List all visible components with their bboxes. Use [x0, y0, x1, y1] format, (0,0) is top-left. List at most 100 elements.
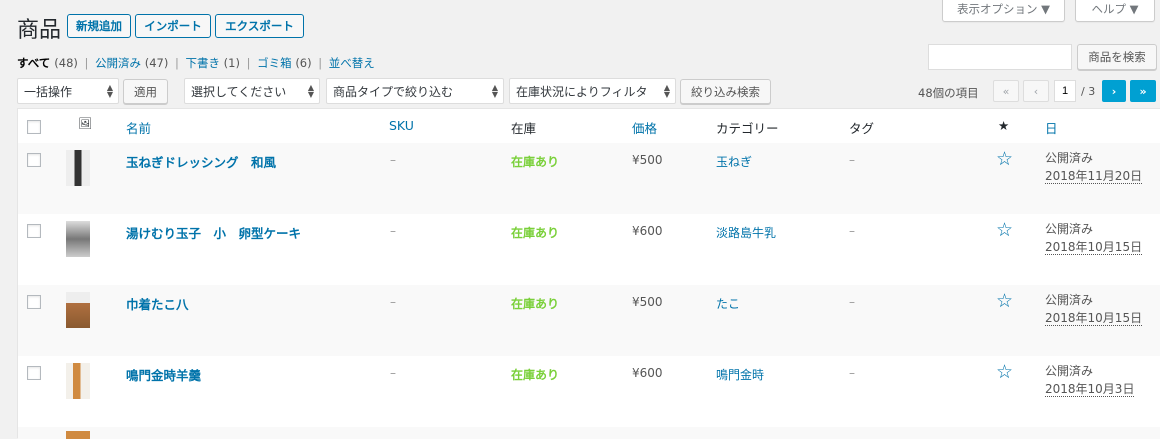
filter-button[interactable]: 絞り込み検索	[680, 79, 771, 104]
product-thumbnail[interactable]	[66, 431, 90, 439]
last-page-button[interactable]: »	[1130, 80, 1156, 102]
price-value: ¥500	[632, 153, 663, 167]
status-links: すべて (48) | 公開済み (47) | 下書き (1) | ゴミ箱 (6)…	[17, 55, 375, 71]
next-page-button[interactable]: ›	[1102, 80, 1126, 102]
product-name-link[interactable]: 湯けむり玉子 小 卵型ケーキ	[126, 223, 301, 242]
stock-status-select[interactable]: 在庫状況によりフィルタ ▲ ▼	[509, 78, 676, 104]
product-type-select[interactable]: 商品タイプで絞り込む ▲ ▼	[326, 78, 504, 104]
status-published-link[interactable]: 公開済み (47)	[95, 56, 168, 70]
stock-status: 在庫あり	[511, 368, 560, 382]
publish-date: 2018年10月15日	[1045, 311, 1143, 326]
separator: |	[174, 56, 179, 70]
category-select[interactable]: 選択してください ▲ ▼	[184, 78, 320, 104]
separator: |	[246, 56, 251, 70]
publish-date: 2018年10月15日	[1045, 240, 1143, 255]
table-row: 玉ねぎドレッシング 和風 – 在庫あり ¥500 玉ねぎ – ☆ 公開済み 20…	[18, 143, 1160, 214]
category-link[interactable]: 玉ねぎ	[716, 153, 752, 170]
column-date[interactable]: 日	[1045, 118, 1058, 137]
page-title: 商品	[17, 18, 62, 43]
first-page-button[interactable]: «	[993, 80, 1019, 102]
featured-star-icon[interactable]: ★	[998, 118, 1009, 133]
search-products-button[interactable]: 商品を検索	[1077, 44, 1157, 70]
table-row: 鳴門金時羊羹 – 在庫あり ¥600 鳴門金時 – ☆ 公開済み 2018年10…	[18, 356, 1160, 427]
publish-status: 公開済み	[1045, 293, 1094, 307]
column-stock: 在庫	[511, 121, 537, 136]
image-column-icon: 🖼	[78, 117, 92, 130]
total-pages: / 3	[1081, 85, 1096, 98]
table-header: 🖼 名前 SKU 在庫 価格 カテゴリー タグ ★ 日	[18, 109, 1160, 144]
column-tags: タグ	[849, 121, 875, 136]
product-thumbnail[interactable]	[66, 150, 90, 186]
product-name-link[interactable]: 鳴門金時羊羹	[126, 365, 201, 384]
row-checkbox[interactable]	[27, 295, 41, 309]
stock-status: 在庫あり	[511, 297, 560, 311]
items-count: 48個の項目	[918, 86, 979, 100]
select-arrows-icon: ▲ ▼	[106, 83, 113, 99]
featured-star-icon[interactable]: ☆	[996, 150, 1013, 169]
product-name-link[interactable]: 玉ねぎドレッシング 和風	[126, 152, 276, 171]
date-cell: 公開済み 2018年10月3日	[1045, 362, 1135, 398]
sort-link[interactable]: 並べ替え	[329, 56, 375, 70]
column-categories: カテゴリー	[716, 121, 779, 136]
import-button[interactable]: インポート	[135, 14, 211, 38]
current-page-input[interactable]	[1054, 80, 1076, 102]
featured-star-icon[interactable]: ☆	[996, 363, 1013, 382]
sku-value: –	[390, 295, 396, 309]
date-cell: 公開済み 2018年11月20日	[1045, 149, 1143, 185]
stock-status: 在庫あり	[511, 226, 560, 240]
sku-value: –	[390, 224, 396, 238]
column-sku[interactable]: SKU	[389, 118, 414, 133]
tags-value: –	[849, 366, 855, 380]
featured-star-icon[interactable]: ☆	[996, 292, 1013, 311]
add-new-button[interactable]: 新規追加	[67, 14, 131, 38]
product-name-link[interactable]: 巾着たこ八	[126, 294, 189, 313]
sku-value: –	[390, 366, 396, 380]
date-cell: 公開済み 2018年10月15日	[1045, 220, 1143, 256]
status-draft-link[interactable]: 下書き (1)	[186, 56, 240, 70]
tags-value: –	[849, 153, 855, 167]
screen-options-button[interactable]: 表示オプション ▼	[942, 0, 1065, 22]
row-checkbox[interactable]	[27, 153, 41, 167]
select-arrows-icon: ▲ ▼	[491, 83, 498, 99]
product-thumbnail[interactable]	[66, 221, 90, 257]
status-trash-link[interactable]: ゴミ箱 (6)	[257, 56, 311, 70]
price-value: ¥600	[632, 224, 663, 238]
bulk-action-select[interactable]: 一括操作 ▲ ▼	[17, 78, 119, 104]
products-table: 🖼 名前 SKU 在庫 価格 カテゴリー タグ ★ 日 玉ねぎドレッシング 和風…	[17, 108, 1160, 439]
stock-status: 在庫あり	[511, 155, 560, 169]
separator: |	[84, 56, 89, 70]
prev-page-button[interactable]: ‹	[1023, 80, 1049, 102]
apply-button[interactable]: 適用	[123, 79, 168, 104]
publish-status: 公開済み	[1045, 222, 1094, 236]
category-link[interactable]: たこ	[716, 295, 740, 312]
select-arrows-icon: ▲ ▼	[663, 83, 670, 99]
help-button[interactable]: ヘルプ ▼	[1075, 0, 1155, 22]
table-row: 湯けむり玉子 小 卵型ケーキ – 在庫あり ¥600 淡路島牛乳 – ☆ 公開済…	[18, 214, 1160, 285]
sku-value: –	[390, 153, 396, 167]
publish-status: 公開済み	[1045, 151, 1094, 165]
featured-star-icon[interactable]: ☆	[996, 221, 1013, 240]
table-row: 巾着たこ八 – 在庫あり ¥500 たこ – ☆ 公開済み 2018年10月15…	[18, 285, 1160, 356]
publish-status: 公開済み	[1045, 364, 1094, 378]
status-all-link[interactable]: すべて (48)	[17, 56, 78, 70]
column-name[interactable]: 名前	[126, 118, 151, 137]
table-row	[18, 427, 1160, 439]
price-value: ¥500	[632, 295, 663, 309]
product-thumbnail[interactable]	[66, 363, 90, 399]
category-link[interactable]: 鳴門金時	[716, 366, 764, 383]
publish-date: 2018年11月20日	[1045, 169, 1143, 184]
export-button[interactable]: エクスポート	[215, 14, 304, 38]
category-link[interactable]: 淡路島牛乳	[716, 224, 776, 241]
search-input[interactable]	[928, 44, 1072, 70]
select-all-checkbox[interactable]	[27, 120, 41, 134]
tags-value: –	[849, 224, 855, 238]
separator: |	[318, 56, 323, 70]
product-thumbnail[interactable]	[66, 292, 90, 328]
date-cell: 公開済み 2018年10月15日	[1045, 291, 1143, 327]
column-price[interactable]: 価格	[632, 118, 657, 137]
price-value: ¥600	[632, 366, 663, 380]
publish-date: 2018年10月3日	[1045, 382, 1135, 397]
select-arrows-icon: ▲ ▼	[307, 83, 314, 99]
row-checkbox[interactable]	[27, 224, 41, 238]
row-checkbox[interactable]	[27, 366, 41, 380]
